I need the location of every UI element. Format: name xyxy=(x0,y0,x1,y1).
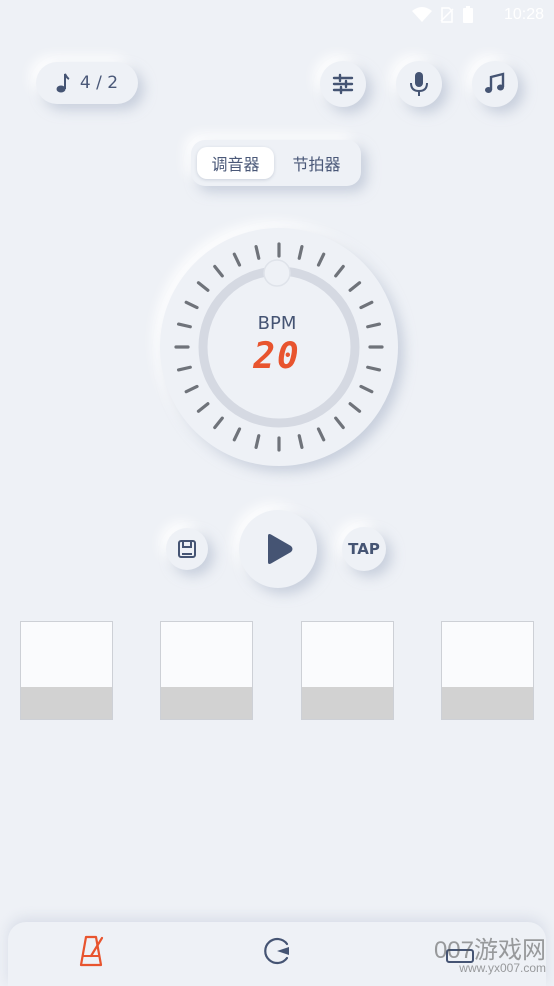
status-time: 10:28 xyxy=(503,6,544,23)
save-button[interactable] xyxy=(166,528,208,570)
beat-indicator-2 xyxy=(160,621,253,720)
mode-switch: 调音器 节拍器 xyxy=(191,140,361,186)
dial-tick xyxy=(254,244,261,260)
dial-tick xyxy=(334,264,345,278)
dial-tick xyxy=(348,281,362,292)
bpm-value: 20 xyxy=(253,336,301,377)
dial-tick xyxy=(213,416,224,430)
dial-tick xyxy=(359,300,374,310)
note-icon xyxy=(56,73,70,93)
beat-indicator-1 xyxy=(20,621,113,720)
no-sim-icon xyxy=(440,7,454,23)
battery-icon xyxy=(463,6,473,23)
status-icons xyxy=(412,6,474,24)
wifi-icon xyxy=(412,7,432,22)
dial-tick xyxy=(316,427,326,442)
music-button[interactable] xyxy=(472,61,518,107)
beat-indicator-4 xyxy=(441,621,534,720)
time-signature-value: 4 / 2 xyxy=(79,73,119,93)
metronome-icon xyxy=(79,935,104,967)
nav-metronome[interactable] xyxy=(78,934,106,968)
tap-button[interactable]: TAP xyxy=(342,527,386,571)
beat-level-4 xyxy=(442,687,533,719)
watermark-title: 007游戏网 xyxy=(433,937,546,964)
beat-indicator-3 xyxy=(301,621,394,720)
play-button[interactable] xyxy=(239,510,317,588)
watermark: 007游戏网 www.yx007.com xyxy=(434,930,546,975)
tab-metronome[interactable]: 节拍器 xyxy=(278,147,355,179)
status-bar: 10:28 xyxy=(0,0,554,30)
dial-tick xyxy=(184,384,199,394)
dial-tick xyxy=(254,434,261,450)
dial-tick xyxy=(184,300,199,310)
beat-level-2 xyxy=(161,687,252,719)
music-notes-icon xyxy=(485,72,505,93)
save-icon xyxy=(178,540,196,558)
dial-tick xyxy=(232,427,242,442)
beat-level-3 xyxy=(302,687,393,719)
dial-tick xyxy=(297,244,304,260)
nav-tuner[interactable] xyxy=(262,936,292,966)
settings-button[interactable] xyxy=(320,61,366,107)
dial-tick xyxy=(297,434,304,450)
dial-tick xyxy=(359,384,374,394)
dial-tick xyxy=(334,416,345,430)
tuner-icon xyxy=(264,937,289,965)
bpm-label: BPM xyxy=(257,313,297,334)
microphone-button[interactable] xyxy=(396,61,442,107)
dial-tick xyxy=(196,281,210,292)
sliders-icon xyxy=(332,73,354,95)
time-signature-button[interactable]: 4 / 2 xyxy=(36,62,138,104)
beat-level-1 xyxy=(21,687,112,719)
dial-knob[interactable] xyxy=(263,259,291,287)
dial-tick xyxy=(316,252,326,267)
play-icon xyxy=(268,534,293,564)
dial-tick xyxy=(213,264,224,278)
dial-tick xyxy=(196,402,210,413)
microphone-icon xyxy=(410,72,428,96)
dial-tick xyxy=(232,252,242,267)
tab-tuner[interactable]: 调音器 xyxy=(197,147,274,179)
dial-tick xyxy=(348,402,362,413)
